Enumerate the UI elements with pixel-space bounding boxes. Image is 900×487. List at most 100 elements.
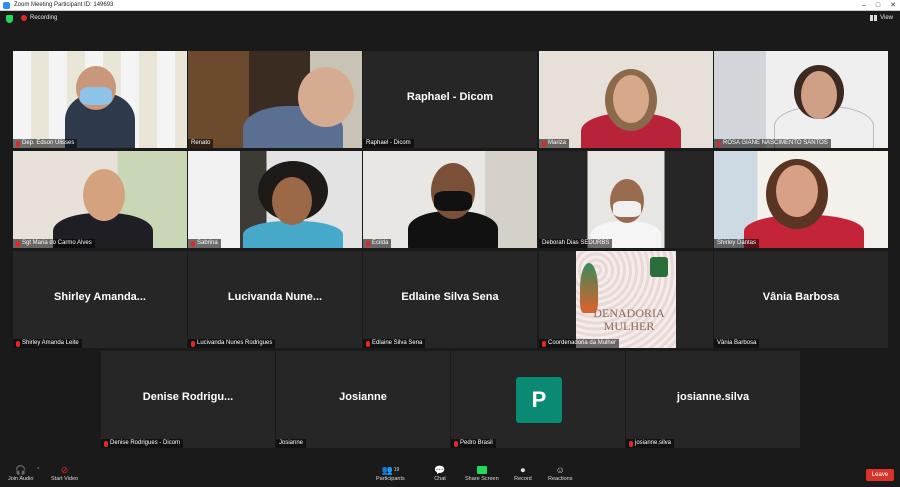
muted-mic-icon: [16, 340, 20, 347]
video-tile[interactable]: Sabrina: [188, 151, 362, 248]
muted-mic-icon: [104, 440, 108, 447]
participant-name-label: Pedro Brasil: [451, 439, 496, 448]
participant-name-label: Shirley Dantas: [714, 239, 760, 248]
video-tile[interactable]: Edlaine Silva Sena Edlaine Silva Sena: [363, 251, 537, 348]
participant-face: [801, 71, 837, 119]
video-feed: [13, 51, 187, 148]
video-tile[interactable]: Deborah Dias SEDURBS: [539, 151, 713, 248]
muted-mic-icon: [16, 140, 20, 147]
participant-name-label: Dep. Edson Ulisses: [13, 139, 78, 148]
participants-count: 19: [393, 467, 400, 473]
participant-face: [83, 169, 125, 221]
participant-face: [298, 67, 354, 127]
reactions-icon: ☺: [555, 465, 565, 475]
logo-text: DENADORIA MULHER: [593, 306, 665, 333]
video-tile[interactable]: Josianne Josianne: [276, 351, 450, 448]
video-tile[interactable]: Shirley Amanda... Shirley Amanda Leite: [13, 251, 187, 348]
participant-name-label: Shirley Amanda Leite: [13, 339, 82, 348]
maximize-button[interactable]: □: [876, 1, 880, 10]
face-mask: [80, 87, 112, 105]
recording-label: Recording: [30, 15, 58, 21]
participant-name-label: Sgt Maria do Carmo Alves: [13, 239, 95, 248]
participant-display-name: Shirley Amanda...: [54, 291, 146, 303]
video-tile[interactable]: Mariza: [539, 51, 713, 148]
participant-name-label: Lucivanda Nunes Rodrigues: [188, 339, 276, 348]
muted-mic-icon: [542, 140, 546, 147]
participants-icon: 👥 19: [381, 464, 400, 475]
grid-view-icon: [870, 15, 878, 21]
record-icon: ⏺: [520, 464, 526, 475]
leave-button[interactable]: Leave: [866, 469, 894, 481]
video-off-icon: ⊘: [60, 464, 69, 475]
chat-button[interactable]: 💬 Chat: [433, 464, 447, 483]
video-tile[interactable]: Denise Rodrigu... Denise Rodrigues - Dic…: [101, 351, 275, 448]
participant-display-name: josianne.silva: [676, 391, 750, 403]
participant-face: [272, 177, 312, 225]
video-tile[interactable]: Ecilda: [363, 151, 537, 248]
participants-button[interactable]: 👥 19 Participants: [376, 464, 405, 483]
reactions-button[interactable]: ☺ Reactions: [548, 464, 572, 482]
participant-display-name: Lucivanda Nune...: [227, 291, 323, 303]
video-tile[interactable]: josianne.silva josianne.silva: [626, 351, 800, 448]
video-feed: [714, 51, 888, 148]
video-tile[interactable]: Renato: [188, 51, 362, 148]
view-label: View: [880, 15, 893, 21]
share-screen-button[interactable]: Share Screen: [465, 464, 499, 482]
muted-mic-icon: [16, 240, 20, 247]
record-dot-icon: [21, 15, 27, 21]
participant-name-label: ROSA GIANE NASCIMENTO SANTOS: [714, 139, 831, 148]
video-tile[interactable]: DENADORIA MULHER Coordenadoria da Mulher: [539, 251, 713, 348]
participant-avatar: P: [516, 377, 562, 423]
meeting-top-bar: Recording View: [0, 11, 900, 28]
participant-name-label: Mariza: [539, 139, 570, 148]
participant-name-label: Josianne: [276, 439, 307, 448]
video-tile[interactable]: Vânia Barbosa Vânia Barbosa: [714, 251, 888, 348]
chat-icon: 💬: [434, 464, 446, 475]
video-tile[interactable]: Dep. Edson Ulisses: [13, 51, 187, 148]
video-tile[interactable]: P Pedro Brasil: [451, 351, 625, 448]
muted-mic-icon: [191, 240, 195, 247]
muted-mic-icon: [191, 340, 195, 347]
join-audio-button[interactable]: 🎧 Join Audio ^: [8, 464, 39, 483]
minimize-button[interactable]: –: [862, 1, 866, 10]
participant-name-label: Deborah Dias SEDURBS: [539, 239, 613, 248]
participant-face: [613, 75, 649, 123]
participant-face: [776, 165, 818, 217]
participant-name-label: Ecilda: [363, 239, 392, 248]
video-feed: [539, 151, 713, 248]
zoom-app-icon: [3, 1, 10, 9]
video-tile[interactable]: Lucivanda Nune... Lucivanda Nunes Rodrig…: [188, 251, 362, 348]
video-tile[interactable]: Raphael - Dicom Raphael - Dicom: [363, 51, 537, 148]
participant-name-label: Edlaine Silva Sena: [363, 339, 426, 348]
participant-display-name: Raphael - Dicom: [406, 91, 494, 103]
video-feed: [13, 151, 187, 248]
recording-indicator[interactable]: Recording: [21, 15, 57, 21]
video-feed: [539, 51, 713, 148]
muted-mic-icon: [629, 440, 633, 447]
participant-name-label: Sabrina: [188, 239, 221, 248]
start-video-button[interactable]: ⊘ Start Video: [51, 464, 78, 483]
video-tile[interactable]: ROSA GIANE NASCIMENTO SANTOS: [714, 51, 888, 148]
meeting-toolbar: 🎧 Join Audio ^ ⊘ Start Video 👥 19 Partici…: [0, 462, 900, 487]
record-button[interactable]: ⏺ Record: [514, 464, 532, 483]
headphones-icon: 🎧: [15, 464, 27, 475]
muted-mic-icon: [366, 240, 370, 247]
profile-picture-logo: DENADORIA MULHER: [576, 251, 676, 348]
participant-name-label: Vânia Barbosa: [714, 339, 760, 348]
participant-display-name: Josianne: [339, 391, 387, 403]
close-button[interactable]: ✕: [890, 1, 896, 10]
video-tile-active-speaker[interactable]: Shirley Dantas: [714, 151, 888, 248]
video-tile[interactable]: Sgt Maria do Carmo Alves: [13, 151, 187, 248]
shield-icon[interactable]: [6, 15, 13, 23]
participant-name-label: Raphael - Dicom: [363, 139, 414, 148]
participant-display-name: Edlaine Silva Sena: [401, 291, 499, 303]
muted-mic-icon: [717, 140, 721, 147]
seal-logo-icon: [650, 257, 668, 277]
view-button[interactable]: View: [870, 15, 893, 21]
chevron-up-icon[interactable]: ^: [37, 467, 39, 473]
video-feed: [714, 151, 888, 248]
share-screen-icon: [475, 464, 489, 476]
participant-display-name: Denise Rodrigu...: [142, 391, 234, 403]
participant-name-label: Renato: [188, 139, 214, 148]
video-feed: [188, 151, 362, 248]
